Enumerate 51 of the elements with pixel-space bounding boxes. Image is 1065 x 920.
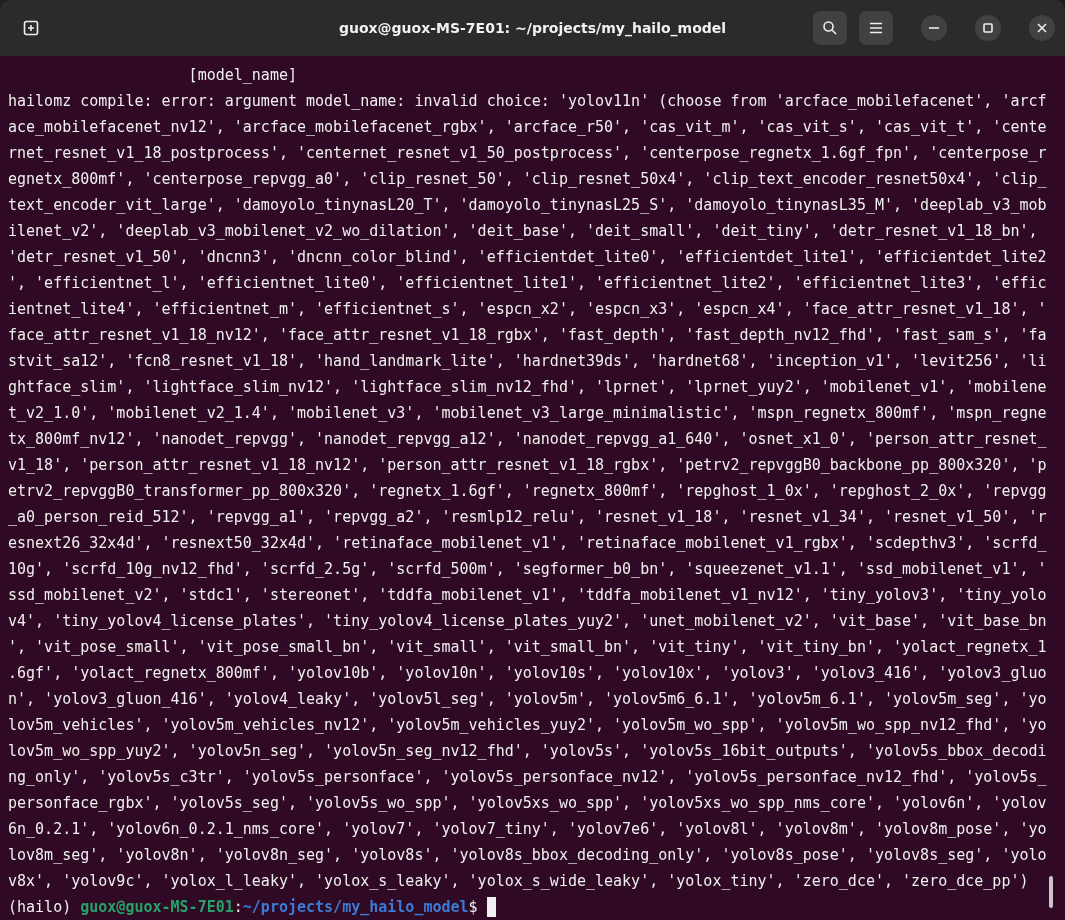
- close-button[interactable]: [1029, 15, 1055, 41]
- text-cursor: [486, 897, 496, 917]
- terminal-line: ilenet_v2', 'deeplab_v3_mobilenet_v2_wo_dilation', 'deit_base', 'deit_small', 'deit_tiny', 'detr_resnet_v1_18_bn',: [8, 221, 1038, 242]
- terminal-line: v1_18', 'person_attr_resnet_v1_18_nv12', 'person_attr_resnet_v1_18_rgbx', 'petrv2_repvggB0_backbone_pp_800x320', 'p: [8, 455, 1047, 476]
- terminal-line: ientnet_lite4', 'efficientnet_m', 'efficientnet_s', 'espcn_x2', 'espcn_x3', 'espcn_x4', 'face_attr_resnet_v1_18', ': [8, 299, 1047, 320]
- terminal-line: lov5m_wo_spp_yuy2', 'yolov5n_seg', 'yolov5n_seg_nv12_fhd', 'yolov5s', 'yolov5s_16bit_outputs', 'yolov5s_bbox_decodi: [8, 741, 1047, 762]
- prompt-separator: :: [233, 897, 243, 918]
- terminal-line: etrv2_repvggB0_transformer_pp_800x320', 'regnetx_1.6gf', 'regnetx_800mf', 'repghost_1_0x', 'repghost_2_0x', 'repvgg: [8, 481, 1047, 502]
- terminal-line: text_encoder_vit_large', 'damoyolo_tinynasL20_T', 'damoyolo_tinynasL25_S', 'damoyolo_tinynasL35_M', 'deeplab_v3_mob: [8, 195, 1047, 216]
- terminal-line: hailomz compile: error: argument model_name: invalid choice: 'yolov11n' (choose from 'arcface_mobilefacenet', 'arcf: [8, 91, 1047, 112]
- menu-button[interactable]: [859, 11, 893, 45]
- terminal-line: egnetx_800mf', 'centerpose_repvgg_a0', 'clip_resnet_50', 'clip_resnet_50x4', 'clip_text_encoder_resnet50x4', 'clip_: [8, 169, 1047, 190]
- terminal-line: ', 'efficientnet_l', 'efficientnet_lite0', 'efficientnet_lite1', 'efficientnet_lite2', 'efficientnet_lite3', 'effic: [8, 273, 1047, 294]
- prompt-path: ~/projects/my_hailo_model: [242, 897, 469, 918]
- terminal-line: v8x', 'yolov9c', 'yolox_l_leaky', 'yolox_s_leaky', 'yolox_s_wide_leaky', 'yolox_tiny', 'zero_dce', 'zero_dce_pp'): [8, 871, 1029, 892]
- prompt-user-host: guox@guox-MS-7E01: [80, 897, 234, 918]
- terminal-line: 6n_0.2.1', 'yolov6n_0.2.1_nms_core', 'yolov7', 'yolov7_tiny', 'yolov7e6', 'yolov8l', 'yolov8m', 'yolov8m_pose', 'yo: [8, 819, 1047, 840]
- terminal-line: stvit_sa12', 'fcn8_resnet_v1_18', 'hand_landmark_lite', 'hardnet39ds', 'hardnet68', 'inception_v1', 'levit256', 'li: [8, 351, 1047, 372]
- terminal-line: ace_mobilefacenet_nv12', 'arcface_mobilefacenet_rgbx', 'arcface_r50', 'cas_vit_m', 'cas_vit_s', 'cas_vit_t', 'cente: [8, 117, 1047, 138]
- terminal-line: .6gf', 'yolact_regnetx_800mf', 'yolov10b', 'yolov10n', 'yolov10s', 'yolov10x', 'yolov3', 'yolov3_416', 'yolov3_gluo: [8, 663, 1047, 684]
- terminal-line: 10g', 'scrfd_10g_nv12_fhd', 'scrfd_2.5g', 'scrfd_500m', 'segformer_b0_bn', 'squeezenet_v1.1', 'ssd_mobilenet_v1', ': [8, 559, 1047, 580]
- window-title: guox@guox-MS-7E01: ~/projects/my_hailo_model: [338, 20, 727, 36]
- prompt-symbol: $: [468, 897, 478, 918]
- minimize-icon: [929, 27, 939, 29]
- minimize-button[interactable]: [921, 15, 947, 41]
- terminal-line: personface_rgbx', 'yolov5s_seg', 'yolov5s_wo_spp', 'yolov5xs_wo_spp', 'yolov5xs_wo_spp_nms_core', 'yolov6n', 'yolov: [8, 793, 1047, 814]
- terminal-line: lov5m_vehicles', 'yolov5m_vehicles_nv12', 'yolov5m_vehicles_yuy2', 'yolov5m_wo_spp', 'yolov5m_wo_spp_nv12_fhd', 'yo: [8, 715, 1047, 736]
- terminal-line: esnext26_32x4d', 'resnext50_32x4d', 'retinaface_mobilenet_v1', 'retinaface_mobilenet_v1_rgbx', 'scdepthv3', 'scrfd_: [8, 533, 1047, 554]
- terminal-line: ghtface_slim', 'lightface_slim_nv12', 'lightface_slim_nv12_fhd', 'lprnet', 'lprnet_yuy2', 'mobilenet_v1', 'mobilene: [8, 377, 1047, 398]
- terminal-line: lov8m_seg', 'yolov8n', 'yolov8n_seg', 'yolov8s', 'yolov8s_bbox_decoding_only', 'yolov8s_pose', 'yolov8s_seg', 'yolo: [8, 845, 1047, 866]
- terminal-line: [model_name]: [187, 65, 297, 86]
- terminal-line: tx_800mf_nv12', 'nanodet_repvgg', 'nanodet_repvgg_a12', 'nanodet_repvgg_a1_640', 'osnet_x1_0', 'person_attr_resnet_: [8, 429, 1047, 450]
- maximize-icon: [983, 23, 993, 33]
- prompt-env: (hailo): [8, 897, 72, 918]
- terminal-line: ng_only', 'yolov5s_c3tr', 'yolov5s_personface', 'yolov5s_personface_nv12', 'yolov5s_personface_nv12_fhd', 'yolov5s_: [8, 767, 1047, 788]
- terminal-line: ', 'vit_pose_small', 'vit_pose_small_bn', 'vit_small', 'vit_small_bn', 'vit_tiny', 'vit_tiny_bn', 'yolact_regnetx_1: [8, 637, 1047, 658]
- terminal-line: rnet_resnet_v1_18_postprocess', 'centernet_resnet_v1_50_postprocess', 'centerpose_regnetx_1.6gf_fpn', 'centerpose_r: [8, 143, 1047, 164]
- scrollbar[interactable]: [1049, 876, 1053, 908]
- new-tab-icon: [23, 20, 39, 36]
- terminal-line: t_v2_1.0', 'mobilenet_v2_1.4', 'mobilenet_v3', 'mobilenet_v3_large_minimalistic', 'mspn_regnetx_800mf', 'mspn_regne: [8, 403, 1047, 424]
- menu-icon: [869, 22, 883, 34]
- maximize-button[interactable]: [975, 15, 1001, 41]
- terminal-line: ssd_mobilenet_v2', 'stdc1', 'stereonet', 'tddfa_mobilenet_v1', 'tddfa_mobilenet_v1_nv12', 'tiny_yolov3', 'tiny_yolo: [8, 585, 1047, 606]
- terminal-line: v4', 'tiny_yolov4_license_plates', 'tiny_yolov4_license_plates_yuy2', 'unet_mobilenet_v2', 'vit_base', 'vit_base_bn: [8, 611, 1047, 632]
- terminal-line: n', 'yolov3_gluon_416', 'yolov4_leaky', 'yolov5l_seg', 'yolov5m', 'yolov5m6_6.1', 'yolov5m_6.1', 'yolov5m_seg', 'yo: [8, 689, 1047, 710]
- search-button[interactable]: [813, 11, 847, 45]
- terminal-line: face_attr_resnet_v1_18_nv12', 'face_attr_resnet_v1_18_rgbx', 'fast_depth', 'fast_depth_nv12_fhd', 'fast_sam_s', 'fa: [8, 325, 1047, 346]
- terminal-line: _a0_person_reid_512', 'repvgg_a1', 'repvgg_a2', 'resmlp12_relu', 'resnet_v1_18', 'resnet_v1_34', 'resnet_v1_50', 'r: [8, 507, 1047, 528]
- search-icon: [822, 20, 838, 36]
- terminal-line: 'detr_resnet_v1_50', 'dncnn3', 'dncnn_color_blind', 'efficientdet_lite0', 'efficientdet_lite1', 'efficientdet_lite2: [8, 247, 1047, 268]
- close-icon: [1037, 23, 1047, 33]
